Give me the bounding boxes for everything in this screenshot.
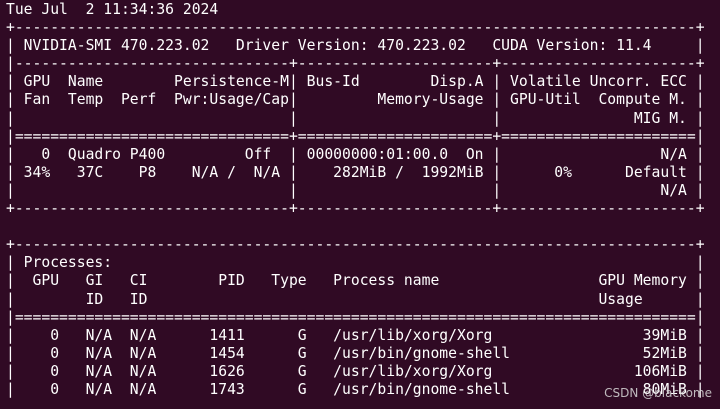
gpu-row-line: | | | N/A | (6, 181, 705, 199)
border-line: +---------------------------------------… (6, 19, 705, 37)
gpu-row-line: | 34% 37C P8 N/A / N/A | 282MiB / 1992Mi… (6, 163, 705, 181)
separator-line: |-------------------------------+-------… (6, 55, 705, 73)
gpu-column-header-line: | Fan Temp Perf Pwr:Usage/Cap| Memory-Us… (6, 91, 705, 109)
process-row: | 0 N/A N/A 1743 G /usr/bin/gnome-shell … (6, 380, 705, 398)
terminal-output: Tue Jul 2 11:34:36 2024 +----------------… (6, 1, 705, 399)
process-row: | 0 N/A N/A 1411 G /usr/lib/xorg/Xorg 39… (6, 326, 705, 344)
nvidia-smi-header-line: | NVIDIA-SMI 470.223.02 Driver Version: … (6, 37, 705, 55)
border-line: +---------------------------------------… (6, 236, 705, 254)
double-separator-line: |===============================+=======… (6, 127, 705, 145)
process-column-header-line: | ID ID Usage | (6, 290, 705, 308)
border-line: +-------------------------------+-------… (6, 200, 705, 218)
process-row: | 0 N/A N/A 1626 G /usr/lib/xorg/Xorg 10… (6, 362, 705, 380)
timestamp-line: Tue Jul 2 11:34:36 2024 (6, 1, 219, 18)
double-separator-line: |=======================================… (6, 308, 705, 326)
processes-title-line: | Processes: | (6, 254, 705, 272)
watermark: CSDN @blackome (604, 386, 712, 400)
gpu-column-header-line: | | | MIG M. | (6, 109, 705, 127)
gpu-column-header-line: | GPU Name Persistence-M| Bus-Id Disp.A … (6, 73, 705, 91)
gpu-row-line: | 0 Quadro P400 Off | 00000000:01:00.0 O… (6, 145, 705, 163)
terminal-window[interactable]: Tue Jul 2 11:34:36 2024 +----------------… (0, 0, 720, 409)
process-column-header-line: | GPU GI CI PID Type Process name GPU Me… (6, 272, 705, 290)
process-row: | 0 N/A N/A 1454 G /usr/bin/gnome-shell … (6, 344, 705, 362)
